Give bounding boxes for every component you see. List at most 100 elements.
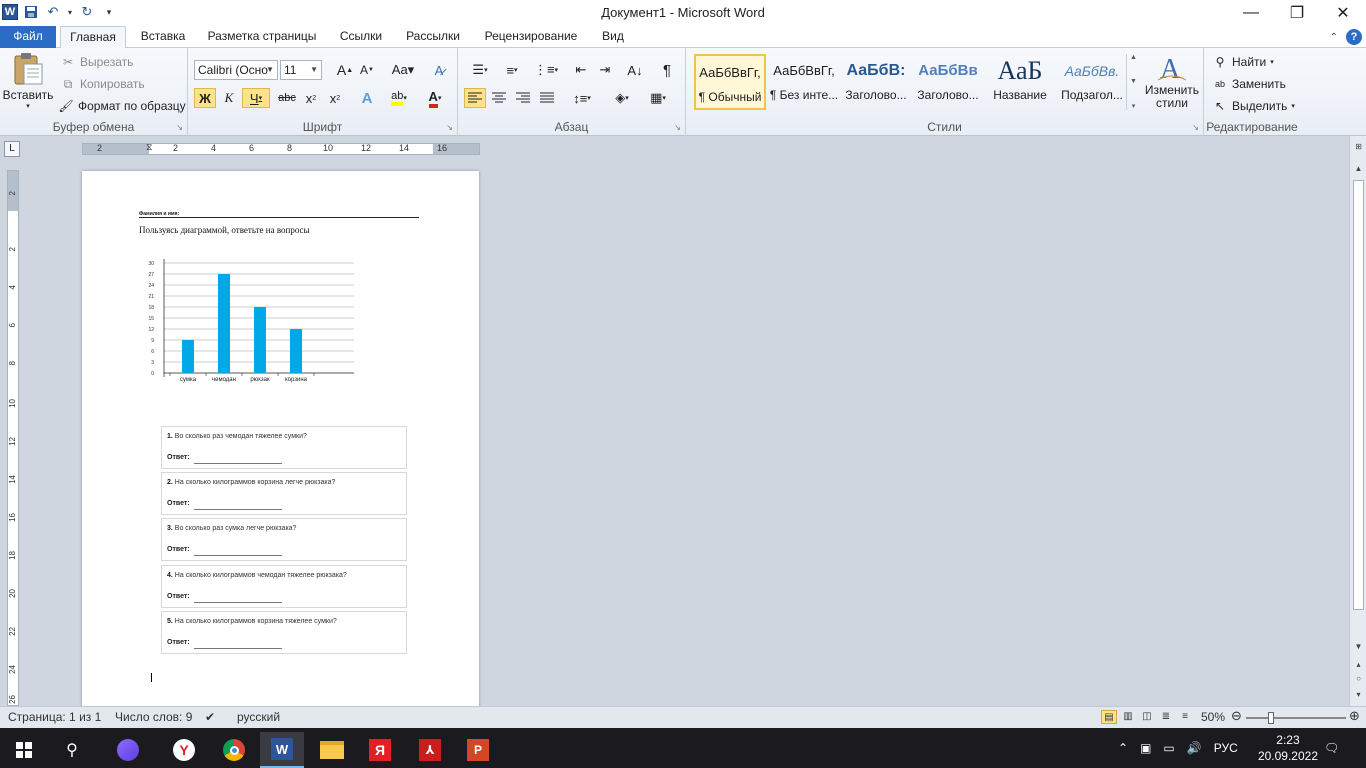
align-center-icon[interactable]: [488, 88, 510, 108]
gallery-scroll[interactable]: ▲ ▼ ▾: [1126, 54, 1140, 110]
file-explorer-icon[interactable]: [310, 732, 354, 768]
multilevel-list-icon[interactable]: ⋮≡ ▾: [532, 60, 560, 80]
align-left-icon[interactable]: [464, 88, 486, 108]
word-count[interactable]: Число слов: 9: [115, 710, 192, 724]
display-icon[interactable]: ▣: [1140, 741, 1151, 755]
tab-file[interactable]: Файл: [0, 26, 56, 48]
vertical-ruler[interactable]: 2 2 4 6 8 10 12 14 16 18 20 22 24 26: [7, 170, 19, 706]
tab-stop-selector[interactable]: L: [4, 141, 20, 157]
acrobat-icon[interactable]: ⅄: [408, 732, 452, 768]
search-icon[interactable]: ⚲: [50, 732, 94, 768]
full-screen-reading-icon[interactable]: ▥: [1120, 710, 1136, 724]
align-right-icon[interactable]: [512, 88, 534, 108]
more-icon[interactable]: ▾: [1132, 102, 1136, 110]
chevron-up-icon[interactable]: ▲: [1130, 54, 1137, 61]
font-launcher-icon[interactable]: ↘: [446, 123, 453, 132]
answer-line[interactable]: [194, 602, 282, 603]
style-heading-1[interactable]: АаБбВ: Заголово...: [840, 54, 912, 110]
strikethrough-button[interactable]: abc: [276, 88, 298, 108]
yandex-icon[interactable]: Я: [358, 732, 402, 768]
style-no-spacing[interactable]: АаБбВвГг, ¶ Без инте...: [768, 54, 840, 110]
font-color-icon[interactable]: A ▾: [422, 88, 448, 108]
zoom-level[interactable]: 50%: [1201, 710, 1225, 724]
restore-button[interactable]: ❐: [1274, 0, 1320, 26]
style-heading-2[interactable]: АаБбВв Заголово...: [912, 54, 984, 110]
paragraph-launcher-icon[interactable]: ↘: [674, 123, 681, 132]
font-name-combo[interactable]: Calibri (Осно ▼: [194, 60, 278, 80]
bullets-icon[interactable]: ☰ ▾: [466, 60, 494, 80]
network-icon[interactable]: ▭: [1163, 741, 1174, 755]
minimize-button[interactable]: —: [1228, 0, 1274, 26]
font-size-combo[interactable]: 11 ▼: [280, 60, 322, 80]
style-title[interactable]: АаБ Название: [984, 54, 1056, 110]
document-page[interactable]: Фамилия и имя: Пользуясь диаграммой, отв…: [82, 171, 479, 711]
proofing-icon[interactable]: ✔: [205, 710, 215, 724]
previous-page-icon[interactable]: ▴: [1350, 660, 1366, 669]
style-normal[interactable]: АаБбВвГг, ¶ Обычный: [694, 54, 766, 110]
tab-mailings[interactable]: Рассылки: [398, 26, 468, 48]
page-count[interactable]: Страница: 1 из 1: [8, 710, 101, 724]
subscript-icon[interactable]: x2: [300, 88, 322, 108]
select-button[interactable]: ↖ Выделить ▾: [1212, 98, 1295, 114]
change-case-icon[interactable]: Aa▾: [388, 60, 418, 80]
tab-home[interactable]: Главная: [60, 26, 126, 49]
answer-line[interactable]: [194, 648, 282, 649]
chevron-down-icon[interactable]: ▼: [1130, 78, 1137, 85]
change-styles-button[interactable]: A Изменить стили: [1144, 52, 1200, 110]
copy-button[interactable]: ⧉ Копировать: [60, 76, 145, 92]
superscript-icon[interactable]: x2: [324, 88, 346, 108]
zoom-slider-thumb[interactable]: [1268, 712, 1274, 724]
scroll-thumb[interactable]: [1353, 180, 1364, 610]
decrease-indent-icon[interactable]: ⇤: [570, 60, 592, 80]
clock[interactable]: 2:23 20.09.2022: [1258, 732, 1318, 764]
increase-indent-icon[interactable]: ⇥: [594, 60, 616, 80]
chrome-icon[interactable]: [212, 732, 256, 768]
bold-button[interactable]: Ж: [194, 88, 216, 108]
tab-insert[interactable]: Вставка: [134, 26, 192, 48]
volume-icon[interactable]: 🔊: [1187, 741, 1202, 755]
clipboard-launcher-icon[interactable]: ↘: [176, 123, 183, 132]
shrink-font-icon[interactable]: A ▼: [356, 60, 378, 80]
notification-icon[interactable]: 🗨: [1324, 728, 1339, 768]
highlight-color-icon[interactable]: ab ▾: [386, 88, 412, 108]
web-layout-icon[interactable]: ◫: [1139, 710, 1155, 724]
cut-button[interactable]: ✂ Вырезать: [60, 54, 133, 70]
justify-icon[interactable]: [536, 88, 558, 108]
pilcrow-icon[interactable]: ¶: [656, 60, 678, 80]
help-icon[interactable]: ?: [1346, 29, 1362, 45]
italic-button[interactable]: К: [218, 88, 240, 108]
yandex-browser-icon[interactable]: Y: [162, 732, 206, 768]
scroll-down-icon[interactable]: ▼: [1350, 642, 1366, 651]
answer-line[interactable]: [194, 555, 282, 556]
answer-line[interactable]: [194, 509, 282, 510]
tab-page-layout[interactable]: Разметка страницы: [200, 26, 324, 48]
zoom-out-icon[interactable]: ⊖: [1231, 708, 1242, 724]
replace-button[interactable]: ab Заменить: [1212, 76, 1286, 92]
answer-line[interactable]: [194, 463, 282, 464]
ruler-toggle-icon[interactable]: ⊞: [1350, 142, 1366, 151]
indent-marker-icon[interactable]: ⧖: [146, 142, 152, 153]
language-indicator[interactable]: русский: [237, 710, 280, 724]
borders-icon[interactable]: ▦ ▾: [644, 88, 672, 108]
draft-view-icon[interactable]: ≡: [1177, 710, 1193, 724]
underline-button[interactable]: Ч ▾: [242, 88, 270, 108]
style-subtitle[interactable]: АаБбВв. Подзагол...: [1056, 54, 1128, 110]
shading-icon[interactable]: ◈ ▾: [608, 88, 636, 108]
styles-launcher-icon[interactable]: ↘: [1192, 123, 1199, 132]
format-painter-button[interactable]: 🖌 Формат по образцу: [58, 98, 185, 114]
powerpoint-icon[interactable]: P: [456, 732, 500, 768]
minimize-ribbon-icon[interactable]: ⌃: [1330, 32, 1338, 43]
sort-icon[interactable]: A↓: [624, 60, 646, 80]
text-effects-icon[interactable]: A: [356, 88, 378, 108]
language-indicator[interactable]: РУС: [1214, 741, 1238, 755]
tab-references[interactable]: Ссылки: [332, 26, 390, 48]
word-taskbar-icon[interactable]: W: [260, 732, 304, 768]
next-page-icon[interactable]: ▾: [1350, 690, 1366, 699]
line-spacing-icon[interactable]: ↕≡ ▾: [568, 88, 596, 108]
vertical-scrollbar[interactable]: ⊞ ▲ ▼ ▴ ○ ▾: [1349, 136, 1366, 706]
horizontal-ruler[interactable]: 2 2 4 6 8 10 12 14 16 ⧖: [82, 142, 480, 155]
numbering-icon[interactable]: ≡ ▾: [498, 60, 526, 80]
clear-formatting-icon[interactable]: A̷: [428, 60, 450, 80]
zoom-in-icon[interactable]: ⊕: [1349, 708, 1360, 724]
close-button[interactable]: ✕: [1320, 0, 1366, 26]
